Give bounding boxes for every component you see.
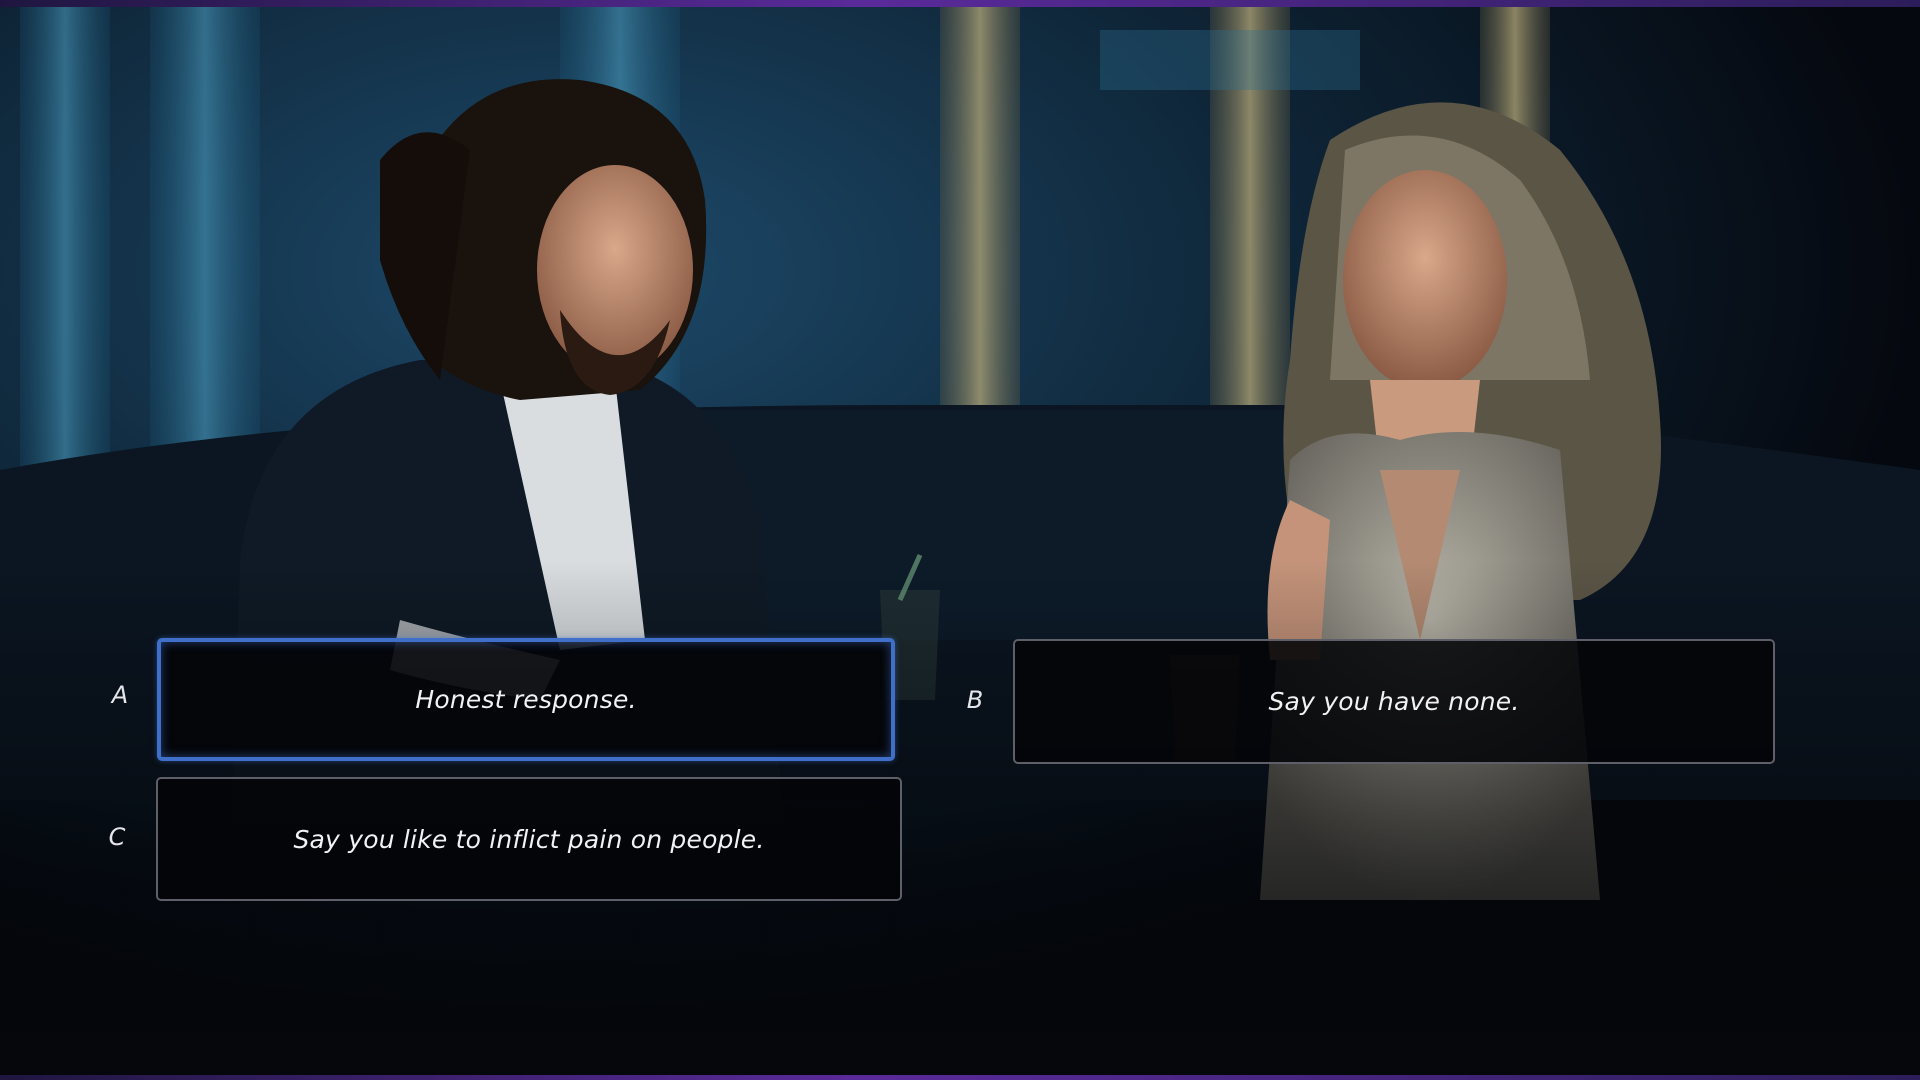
choice-a-text: Honest response. xyxy=(415,685,637,714)
choice-c-button[interactable]: Say you like to inflict pain on people. xyxy=(156,777,902,901)
fmv-scene-image xyxy=(0,0,1920,1080)
bottom-accent-bar xyxy=(0,1075,1920,1080)
choice-b-button[interactable]: Say you have none. xyxy=(1013,639,1775,764)
choice-c-key: C xyxy=(108,823,126,851)
choice-b-text: Say you have none. xyxy=(1268,687,1520,716)
choice-b-key: B xyxy=(966,686,984,714)
top-accent-bar xyxy=(0,0,1920,7)
choice-a-key: A xyxy=(111,681,129,709)
choice-c-text: Say you like to inflict pain on people. xyxy=(293,824,765,854)
choice-a-button[interactable]: Honest response. xyxy=(157,638,895,761)
